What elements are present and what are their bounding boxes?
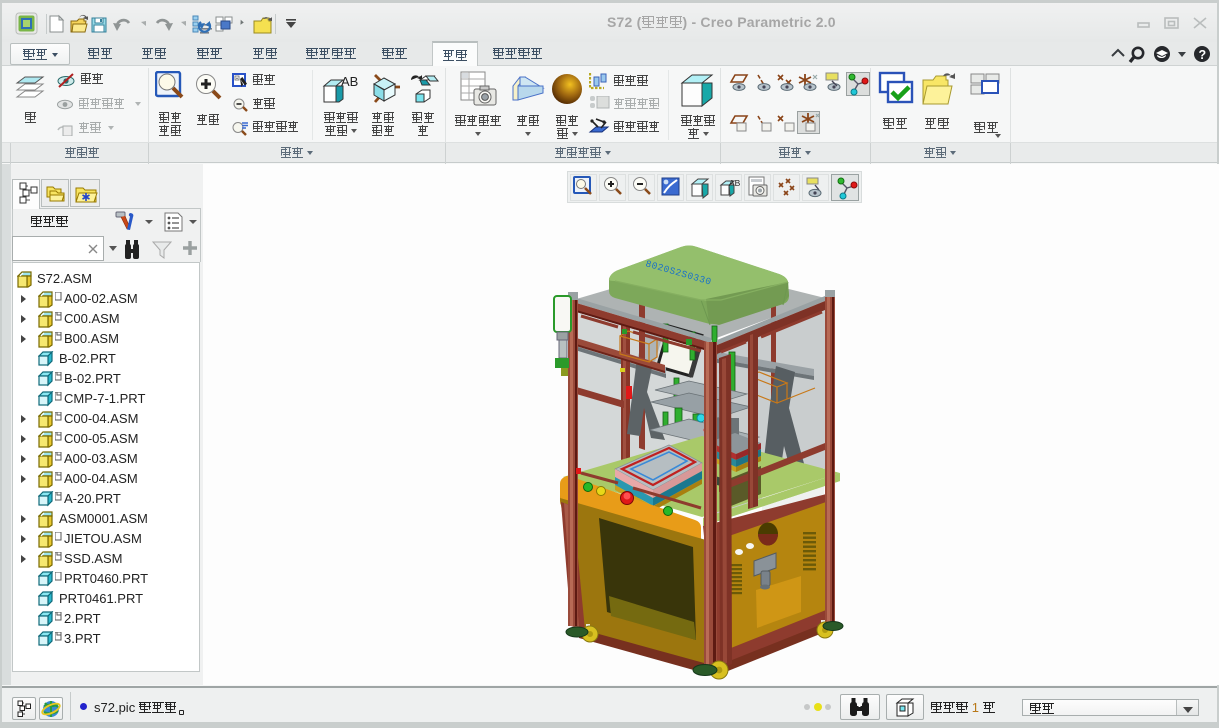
svg-text:AB: AB — [729, 178, 741, 188]
svg-text:?: ? — [1199, 48, 1207, 62]
svg-text:AB: AB — [341, 76, 358, 89]
